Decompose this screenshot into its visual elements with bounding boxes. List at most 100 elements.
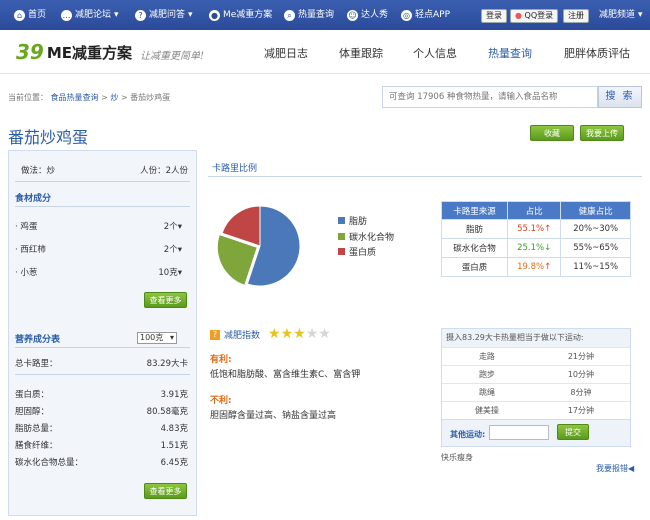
divider bbox=[15, 206, 190, 207]
nav-talent-show[interactable]: ☺ 达人秀 bbox=[347, 0, 388, 30]
percent-value: 25.1% bbox=[517, 243, 545, 253]
nav-qa[interactable]: ? 减肥问答 ▾ bbox=[135, 0, 193, 30]
logo-brand: ME减重方案 bbox=[46, 43, 133, 62]
breadcrumb-link[interactable]: 炒 bbox=[110, 93, 118, 102]
exercise-name: 跳绳 bbox=[442, 383, 532, 402]
ingredient-qty[interactable]: 10克▾ bbox=[158, 266, 182, 278]
nav-calorie-query[interactable]: ⌕ 热量查询 bbox=[284, 0, 334, 30]
upload-button[interactable]: 我要上传 bbox=[580, 125, 624, 141]
nutrient-row: 膳食纤维： 1.51克 bbox=[15, 439, 188, 451]
healthy-cell: 55%~65% bbox=[560, 238, 631, 258]
top-navigation-bar: ⌂ 首页 … 减肥论坛 ▾ ? 减肥问答 ▾ ● Me减重方案 ⌕ 热量查询 ☺… bbox=[0, 0, 650, 30]
exercise-time: 8分钟 bbox=[531, 383, 630, 402]
star-icon: ★ bbox=[268, 326, 281, 342]
login-button[interactable]: 登录 bbox=[481, 9, 507, 23]
nav-app[interactable]: ◎ 轻点APP bbox=[401, 0, 450, 30]
report-error-label: 我要报错 bbox=[596, 464, 628, 473]
exercise-time: 21分钟 bbox=[531, 347, 630, 366]
favorite-button[interactable]: 收藏 bbox=[530, 125, 574, 141]
main-nav-assessment[interactable]: 肥胖体质评估 bbox=[564, 45, 630, 61]
table-row: 健美操 17分钟 bbox=[442, 401, 630, 420]
star-icon: ★ bbox=[293, 326, 306, 342]
food-info-sidebar: 做法：炒 人份：2人份 食材成分 · 鸡蛋 2个▾ · 西红柿 2个▾ · 小葱… bbox=[8, 150, 197, 516]
more-ingredients-button[interactable]: 查看更多 bbox=[144, 292, 187, 308]
report-error-link[interactable]: 我要报错◀ bbox=[596, 463, 634, 474]
nav-label: 减肥问答 bbox=[149, 10, 186, 20]
pros-heading: 有利: bbox=[210, 355, 232, 365]
calorie-ratio-heading: 卡路里比例 bbox=[212, 164, 258, 174]
chevron-down-icon: ▾ bbox=[169, 333, 174, 342]
legend-swatch bbox=[338, 217, 345, 224]
breadcrumb-prefix: 当前位置： bbox=[8, 93, 48, 102]
table-row: 蛋白质 19.8%↑ 11%~15% bbox=[440, 257, 631, 277]
pros-text: 低饱和脂肪酸、富含维生素C、富含钾 bbox=[210, 370, 361, 380]
ingredient-qty[interactable]: 2个▾ bbox=[164, 243, 182, 255]
other-exercise-label: 其他运动: bbox=[450, 430, 486, 439]
question-icon[interactable]: ? bbox=[210, 329, 220, 340]
chevron-down-icon: ▾ bbox=[638, 10, 643, 20]
legend-label: 碳水化合物 bbox=[349, 233, 395, 243]
site-header: 39 ME减重方案 让减重更简单! 减肥日志 体重跟踪 个人信息 热量查询 肥胖… bbox=[0, 30, 650, 74]
main-nav-diary[interactable]: 减肥日志 bbox=[264, 45, 308, 61]
unit-select[interactable]: 100克 ▾ bbox=[137, 332, 177, 344]
exercise-name: 走路 bbox=[442, 347, 532, 366]
nutrient-value: 3.91克 bbox=[160, 390, 188, 400]
main-nav-calorie[interactable]: 热量查询 bbox=[488, 45, 532, 61]
site-logo[interactable]: 39 ME减重方案 bbox=[16, 40, 132, 64]
nutrition-heading: 营养成分表 bbox=[15, 335, 61, 345]
nav-label: 减肥论坛 bbox=[75, 10, 112, 20]
search-button[interactable]: 搜 索 bbox=[598, 86, 642, 108]
nav-home[interactable]: ⌂ 首页 bbox=[14, 0, 46, 30]
more-nutrition-button[interactable]: 查看更多 bbox=[144, 483, 187, 499]
star-icon: ★ bbox=[318, 326, 331, 342]
nav-forum[interactable]: … 减肥论坛 ▾ bbox=[61, 0, 119, 30]
legend-label: 蛋白质 bbox=[349, 248, 377, 258]
submit-button[interactable]: 提交 bbox=[557, 424, 589, 440]
qq-icon: ● bbox=[515, 11, 522, 20]
diet-index: ? 减肥指数 ★★★★★ bbox=[210, 326, 331, 342]
other-exercise-input[interactable] bbox=[489, 425, 549, 440]
percent-value: 19.8% bbox=[517, 262, 545, 272]
nav-label: 达人秀 bbox=[361, 10, 389, 20]
servings: 人份：2人份 bbox=[140, 166, 188, 176]
cons-heading: 不利: bbox=[210, 396, 232, 406]
source-cell: 脂肪 bbox=[440, 219, 509, 239]
main-nav-weight[interactable]: 体重跟踪 bbox=[339, 45, 383, 61]
divider bbox=[15, 374, 190, 375]
main-nav-profile[interactable]: 个人信息 bbox=[413, 45, 457, 61]
nutrient-row: 碳水化合物总量： 6.45克 bbox=[15, 456, 188, 468]
table-header-row: 卡路里来源 占比 健康占比 bbox=[440, 201, 631, 220]
nutrient-row: 脂肪总量： 4.83克 bbox=[15, 422, 188, 434]
home-icon: ⌂ bbox=[14, 9, 25, 21]
total-calories-row: 总卡路里： 83.29大卡 bbox=[15, 357, 188, 369]
qq-login-button[interactable]: ● QQ登录 bbox=[510, 9, 559, 23]
breadcrumb-link[interactable]: 食品热量查询 bbox=[51, 93, 99, 102]
legend-item: 碳水化合物 bbox=[338, 230, 394, 243]
breadcrumb: 当前位置： 食品热量查询 > 炒 > 番茄炒鸡蛋 bbox=[8, 92, 170, 103]
column-header: 占比 bbox=[507, 201, 562, 220]
qa-icon: ? bbox=[135, 9, 146, 21]
nav-label: Me减重方案 bbox=[223, 10, 273, 20]
column-header: 健康占比 bbox=[560, 201, 631, 220]
arrow-up-icon: ↑ bbox=[544, 262, 552, 272]
exercise-table: 走路 21分钟 跑步 10分钟 跳绳 8分钟 健美操 17分钟 bbox=[442, 347, 630, 420]
channel-label: 减肥频道 bbox=[599, 10, 636, 20]
qty-text: 2个 bbox=[163, 245, 178, 255]
food-search-input[interactable] bbox=[382, 86, 598, 108]
legend-swatch bbox=[338, 233, 345, 240]
ingredient-qty[interactable]: 2个▾ bbox=[164, 220, 182, 232]
exercise-name: 跑步 bbox=[442, 365, 532, 384]
nutrient-row: 胆固醇： 80.58毫克 bbox=[15, 405, 188, 417]
happy-slim-text: 快乐瘦身 bbox=[441, 453, 473, 462]
page-title: 番茄炒鸡蛋 bbox=[8, 128, 89, 147]
breadcrumb-current: 番茄炒鸡蛋 bbox=[130, 93, 171, 102]
ingredient-name-text: 鸡蛋 bbox=[20, 222, 38, 232]
logo-mark: 39 bbox=[16, 40, 44, 64]
ingredient-row: · 小葱 10克▾ bbox=[15, 266, 188, 278]
channel-menu[interactable]: 减肥频道 ▾ bbox=[599, 0, 643, 30]
nutrient-name: 膳食纤维： bbox=[15, 441, 58, 451]
nav-me-plan[interactable]: ● Me减重方案 bbox=[209, 0, 272, 30]
arrow-down-icon: ↓ bbox=[544, 243, 552, 253]
table-row: 走路 21分钟 bbox=[442, 347, 630, 366]
register-button[interactable]: 注册 bbox=[563, 9, 589, 23]
